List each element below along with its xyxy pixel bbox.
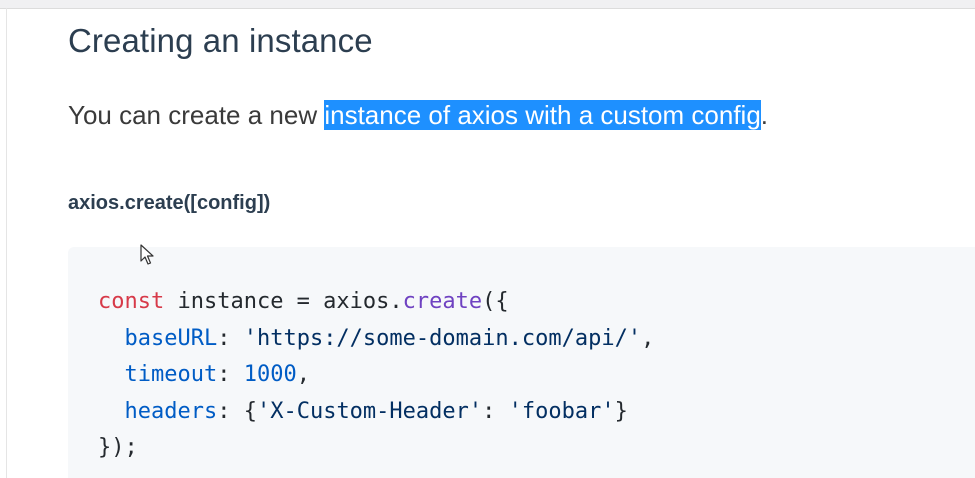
method-signature: axios.create([config]) bbox=[68, 192, 271, 214]
plain-token: : bbox=[217, 325, 244, 351]
mouse-pointer-icon bbox=[140, 244, 154, 265]
docs-page: Creating an instance You can create a ne… bbox=[0, 0, 975, 478]
code-line-1: const instance = axios.create({ bbox=[98, 289, 509, 314]
code-content[interactable]: const instance = axios.create({ baseURL:… bbox=[98, 284, 654, 467]
left-divider bbox=[6, 8, 7, 478]
plain-token: , bbox=[641, 325, 655, 351]
code-line-4: headers: {'X-Custom-Header': 'foobar'} bbox=[98, 399, 628, 424]
function-token: create bbox=[402, 289, 483, 314]
property-token: timeout bbox=[124, 362, 218, 387]
keyword-token: const bbox=[98, 289, 165, 314]
plain-token: , bbox=[296, 362, 310, 387]
string-token: 'https://some-domain.com/api/' bbox=[243, 325, 642, 351]
code-line-2: baseURL: 'https://some-domain.com/api/', bbox=[98, 325, 655, 351]
property-token: headers bbox=[124, 398, 218, 424]
string-token: 'foobar' bbox=[508, 398, 615, 424]
intro-period: . bbox=[760, 100, 769, 130]
code-line-3: timeout: 1000, bbox=[98, 362, 310, 387]
plain-token: : bbox=[217, 362, 244, 387]
plain-token: instance = axios. bbox=[164, 289, 403, 314]
plain-token: : { bbox=[217, 398, 257, 424]
code-block[interactable]: const instance = axios.create({ baseURL:… bbox=[68, 247, 975, 478]
plain-token: } bbox=[614, 398, 628, 424]
intro-paragraph: You can create a new instance of axios w… bbox=[68, 100, 768, 131]
plain-token: : bbox=[482, 398, 509, 424]
code-line-5: }); bbox=[98, 435, 138, 460]
property-token: baseURL bbox=[124, 325, 218, 351]
top-border bbox=[0, 0, 975, 9]
selected-text[interactable]: instance of axios with a custom config bbox=[324, 100, 761, 130]
string-token: 'X-Custom-Header' bbox=[256, 398, 483, 424]
section-heading: Creating an instance bbox=[68, 22, 373, 59]
plain-token: ({ bbox=[482, 289, 509, 314]
number-token: 1000 bbox=[243, 362, 297, 387]
intro-text: You can create a new bbox=[68, 100, 325, 130]
